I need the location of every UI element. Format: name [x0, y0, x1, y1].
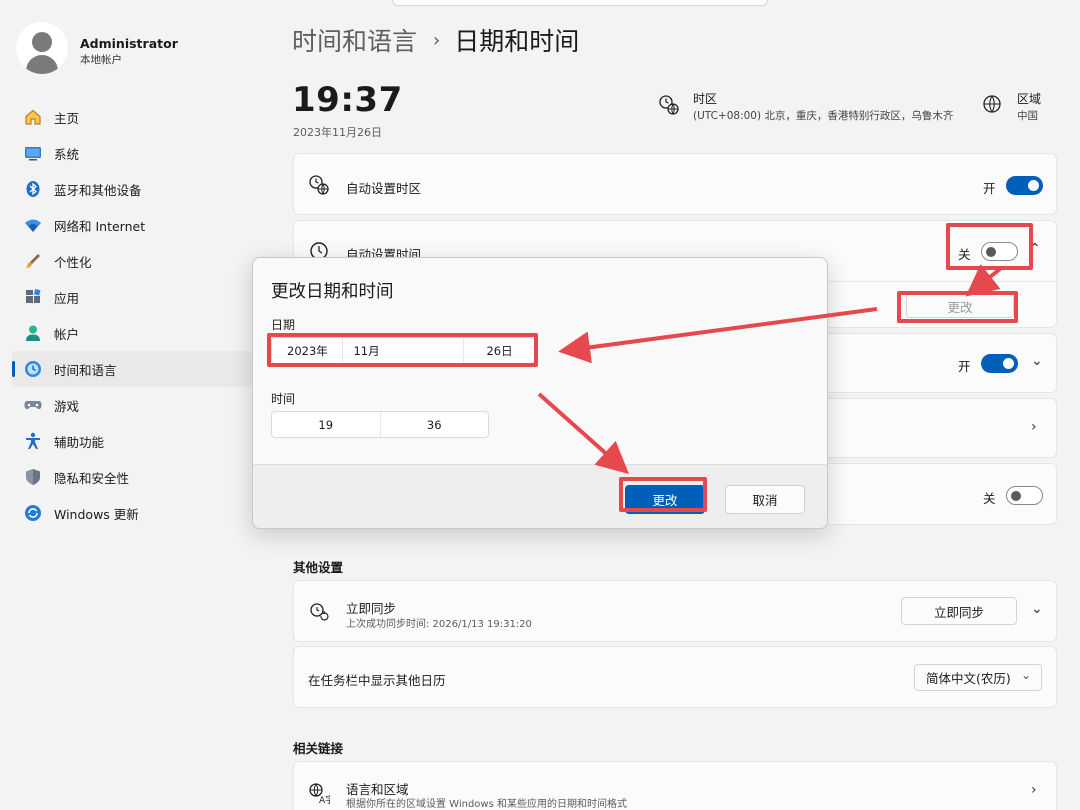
annotation-arrows: [537, 264, 1002, 474]
arrow-toggle-to-change: [965, 264, 1002, 297]
arrow-date-to-confirm: [537, 392, 629, 474]
arrow-change-to-date: [558, 307, 878, 364]
